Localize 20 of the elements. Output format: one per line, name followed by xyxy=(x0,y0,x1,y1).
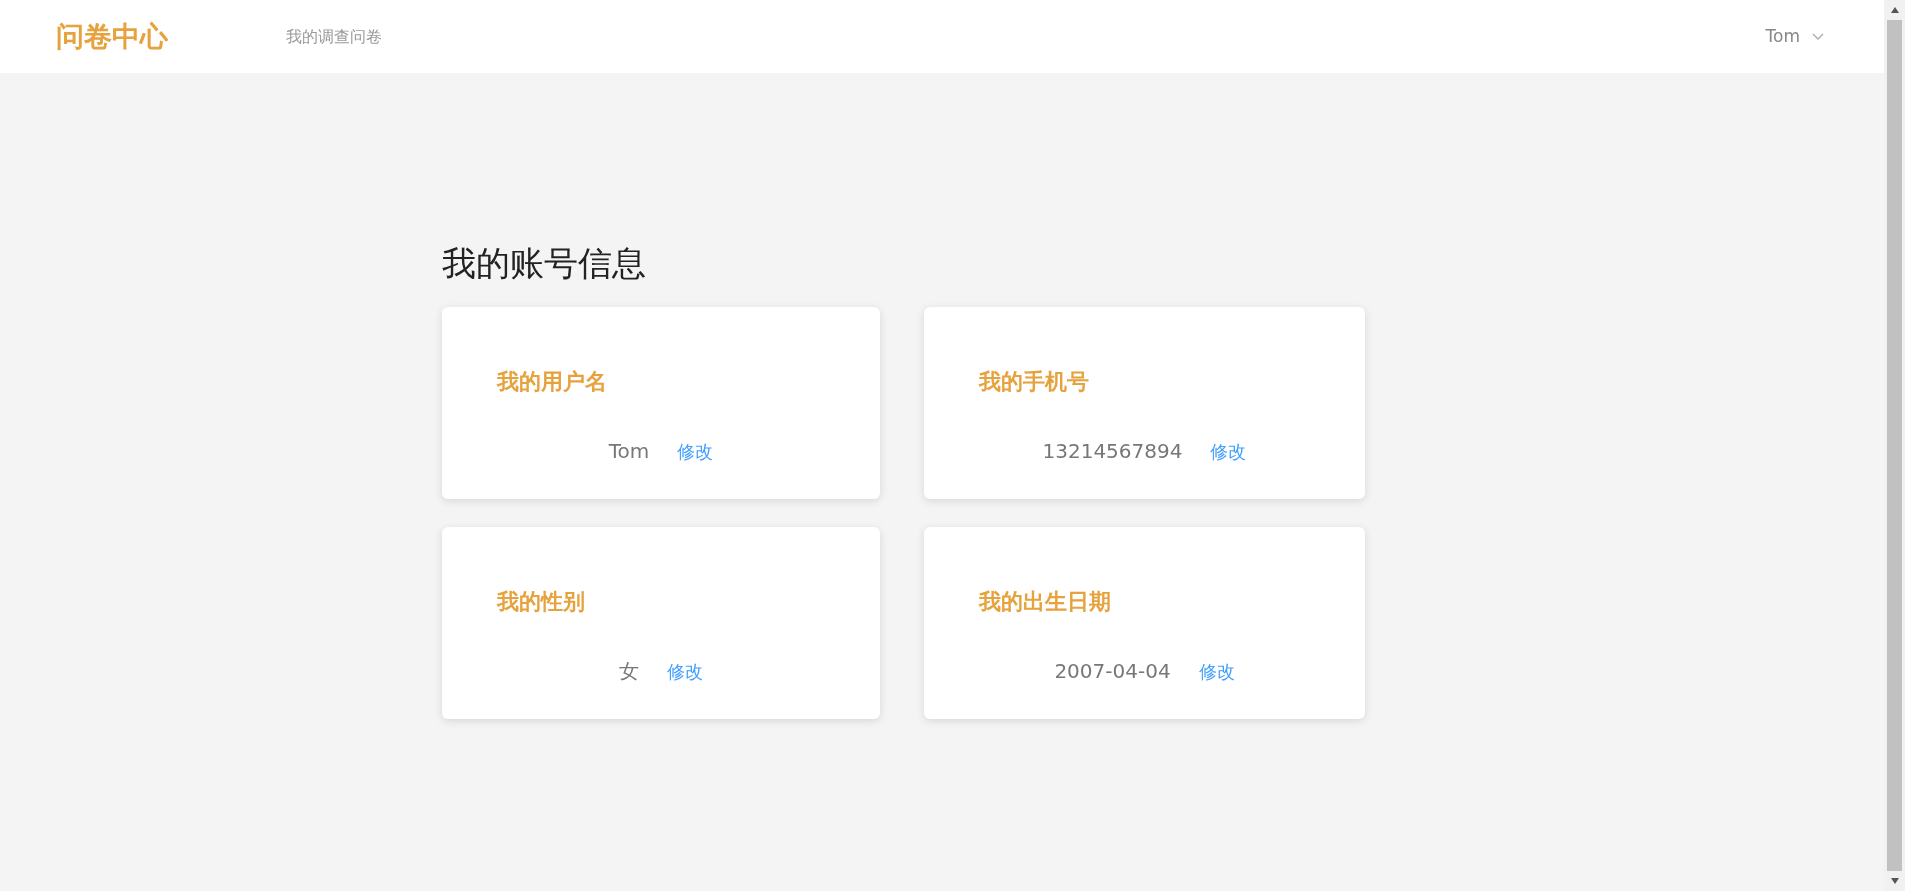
edit-link[interactable]: 修改 xyxy=(1210,437,1247,465)
field-value: 2007-04-04 xyxy=(1054,658,1171,685)
nav-link[interactable]: 我的调查问卷 xyxy=(286,24,382,49)
card-title: 我的用户名 xyxy=(497,368,608,396)
arrow-up-icon xyxy=(1889,6,1900,14)
edit-link[interactable]: 修改 xyxy=(667,657,703,685)
card-title: 我的手机号 xyxy=(979,368,1090,396)
chevron-down-icon xyxy=(1812,32,1824,41)
user-menu[interactable]: Tom xyxy=(1765,23,1824,50)
arrow-down-icon xyxy=(1889,877,1900,885)
field-value: Tom xyxy=(608,438,650,465)
page-title: 我的账号信息 xyxy=(442,242,647,285)
field-value: 女 xyxy=(619,658,639,685)
logo[interactable]: 问卷中心 xyxy=(56,15,286,58)
scrollbar-thumb[interactable] xyxy=(1887,20,1902,871)
field-value: 13214567894 xyxy=(1042,438,1183,465)
card-title: 我的出生日期 xyxy=(979,588,1112,616)
edit-link[interactable]: 修改 xyxy=(1198,657,1235,685)
edit-link[interactable]: 修改 xyxy=(677,437,714,465)
card-title: 我的性别 xyxy=(497,588,586,616)
